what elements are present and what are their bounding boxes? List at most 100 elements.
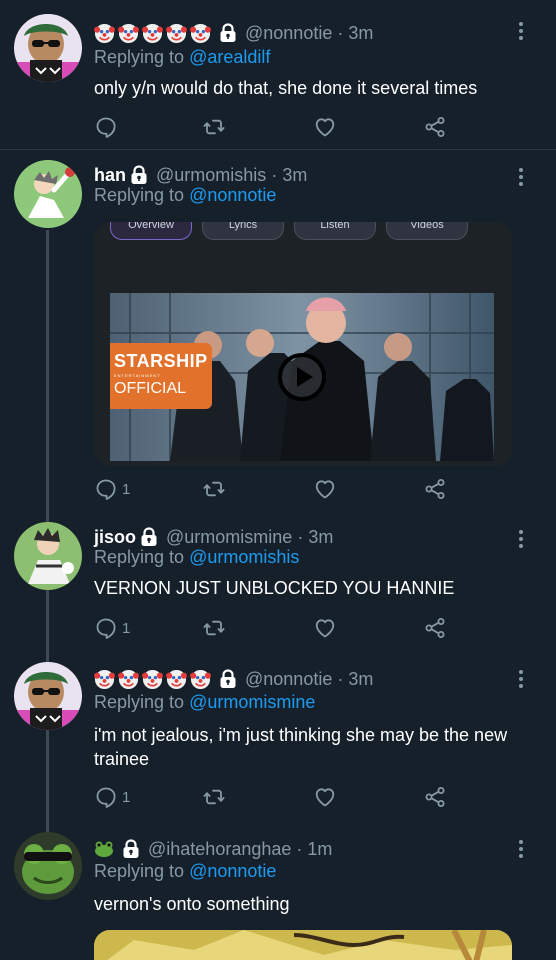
timestamp[interactable]: 3m [348,669,373,690]
mention-link[interactable]: @arealdilf [189,47,270,67]
retweet-icon [202,616,226,640]
clown-emoji-icon [142,23,163,44]
reply-button[interactable]: 1 [94,615,130,641]
share-button[interactable] [423,784,447,810]
media-card[interactable]: Overview Lyrics Listen Videos STARSHIP E… [94,222,512,466]
tweet-text: vernon's onto something [94,894,290,914]
share-button[interactable] [423,114,447,140]
heart-icon [313,616,337,640]
frog-emoji-icon [95,841,113,857]
heart-icon [313,115,337,139]
avatar[interactable] [14,14,82,82]
avatar[interactable] [14,832,82,900]
replying-to-label: Replying to [94,547,185,567]
reply-count: 1 [122,480,131,498]
lock-icon [219,669,237,689]
reply-count: 1 [122,788,131,806]
play-icon[interactable] [278,353,326,401]
avatar[interactable] [14,522,82,590]
tweet-header: @nonnotie · 3m [94,20,373,46]
reply-icon [94,616,118,640]
more-icon[interactable] [518,530,524,548]
clown-emoji-icon [190,23,211,44]
starship-logo: STARSHIP ENTERTAINMENT OFFICIAL [110,343,212,409]
action-bar: 1 [94,784,454,810]
tweet-jisoo[interactable]: jisoo @urmomismine · 3m Replying to @urm… [0,522,556,652]
display-name-emojis[interactable] [94,23,211,44]
like-button[interactable] [313,114,337,140]
replying-to-label: Replying to [94,185,185,205]
mention-link[interactable]: @urmomismine [189,692,315,712]
display-name[interactable]: jisoo [94,527,136,548]
lock-icon [130,165,148,185]
separator: · [297,526,304,547]
video-thumbnail[interactable]: STARSHIP ENTERTAINMENT OFFICIAL [110,293,494,461]
display-name-emojis[interactable] [94,840,114,858]
retweet-icon [202,477,226,501]
mention-link[interactable]: @nonnotie [189,861,276,881]
handle[interactable]: @urmomismine [166,527,292,548]
retweet-button[interactable] [202,476,226,502]
tweet-nonnotie-1[interactable]: @nonnotie · 3m Replying to @arealdilf on… [0,14,556,149]
replying-to-label: Replying to [94,692,185,712]
media-card[interactable] [94,930,512,960]
tweet-nonnotie-2[interactable]: @nonnotie · 3m Replying to @urmomismine … [0,662,556,812]
replying-to: Replying to @urmomishis [94,547,299,568]
retweet-icon [202,115,226,139]
share-button[interactable] [423,476,447,502]
handle[interactable]: @nonnotie [245,23,332,44]
more-icon[interactable] [518,22,524,40]
like-button[interactable] [313,784,337,810]
reply-icon [94,785,118,809]
clown-emoji-icon [190,669,211,690]
clown-emoji-icon [118,669,139,690]
share-button[interactable] [423,615,447,641]
clown-emoji-icon [118,23,139,44]
clown-emoji-icon [142,669,163,690]
media-image [94,930,512,960]
mention-link[interactable]: @urmomishis [189,547,299,567]
share-icon [423,115,447,139]
tab-overview: Overview [110,222,192,240]
share-icon [423,477,447,501]
more-icon[interactable] [518,168,524,186]
display-name[interactable]: han [94,165,126,186]
lock-icon [122,839,140,859]
retweet-button[interactable] [202,615,226,641]
action-bar: 1 [94,476,454,502]
timestamp[interactable]: 3m [282,165,307,186]
logo-line3: OFFICIAL [114,380,187,397]
divider [0,149,556,150]
reply-button[interactable]: 1 [94,476,130,502]
heart-icon [313,477,337,501]
separator: · [337,22,344,43]
tab-lyrics: Lyrics [202,222,284,240]
action-bar: 1 [94,615,454,641]
avatar[interactable] [14,662,82,730]
timestamp[interactable]: 1m [307,839,332,860]
retweet-button[interactable] [202,114,226,140]
replying-to-label: Replying to [94,47,185,67]
avatar[interactable] [14,160,82,228]
lock-icon [219,23,237,43]
handle[interactable]: @urmomishis [156,165,266,186]
share-icon [423,785,447,809]
display-name-emojis[interactable] [94,669,211,690]
like-button[interactable] [313,476,337,502]
clown-emoji-icon [94,23,115,44]
retweet-button[interactable] [202,784,226,810]
reply-button[interactable]: 1 [94,784,130,810]
more-icon[interactable] [518,840,524,858]
more-icon[interactable] [518,670,524,688]
reply-icon [94,115,118,139]
like-button[interactable] [313,615,337,641]
replying-to-label: Replying to [94,861,185,881]
handle[interactable]: @ihatehoranghae [148,839,291,860]
tweet-text: VERNON JUST UNBLOCKED YOU HANNIE [94,578,455,598]
reply-button[interactable] [94,114,118,140]
separator: · [271,164,278,185]
timestamp[interactable]: 3m [348,23,373,44]
timestamp[interactable]: 3m [308,527,333,548]
handle[interactable]: @nonnotie [245,669,332,690]
mention-link[interactable]: @nonnotie [189,185,276,205]
